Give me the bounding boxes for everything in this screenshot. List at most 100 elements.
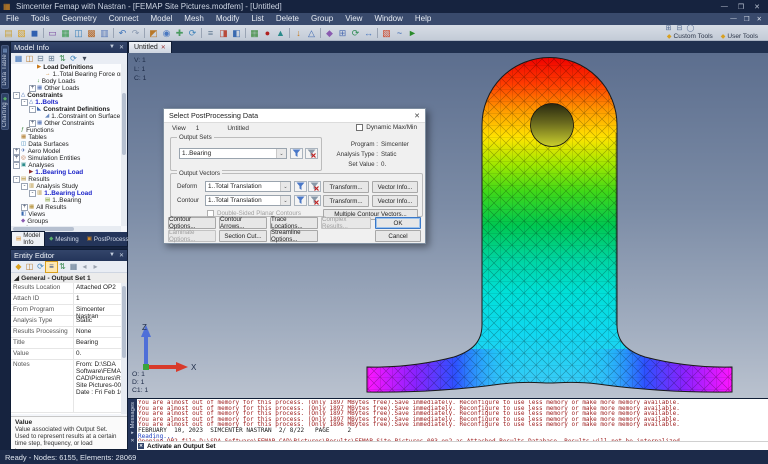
property-row-value[interactable]: Value 0. (11, 349, 121, 360)
combo-arrow-icon[interactable]: ⌄ (280, 182, 290, 191)
tree-item-1-constraint-on-surface[interactable]: ◢ 1..Constraint on Surface (11, 113, 127, 120)
expand-icon[interactable]: + (13, 148, 20, 155)
section-cut-button[interactable]: Section Cut... (219, 230, 267, 242)
trace-locations-button[interactable]: Trace Locations... (270, 216, 318, 230)
magnify-icon[interactable]: ◉ (160, 26, 173, 40)
node-icon[interactable]: ● (261, 26, 274, 40)
menu-file[interactable]: File (0, 13, 25, 25)
collapse-icon[interactable]: - (21, 183, 28, 190)
property-row-attach-id[interactable]: Attach ID 1 (11, 294, 121, 305)
constraint-toolbar-icon[interactable]: △ (305, 26, 318, 40)
close-panel-icon[interactable]: ✕ (119, 44, 124, 51)
deform-filter-clear-button[interactable] (308, 181, 321, 192)
view-new-icon[interactable]: ⊞ (336, 26, 349, 40)
collapse-icon[interactable]: - (13, 162, 20, 169)
post-animate-icon[interactable]: ► (406, 26, 419, 40)
tree-item-data-surfaces[interactable]: ◫ Data Surfaces (11, 141, 127, 148)
menu-window[interactable]: Window (368, 13, 408, 25)
contour-filter-clear-button[interactable] (308, 195, 321, 206)
entity-display-icon[interactable]: ◨ (217, 26, 230, 40)
collapse-icon[interactable]: - (29, 106, 36, 113)
element-icon[interactable]: ▲ (274, 26, 287, 40)
mi-options-icon[interactable]: ▾ (79, 54, 90, 64)
tree-item-1-bearing-load[interactable]: ▶ 1..Bearing Load (11, 169, 127, 176)
dialog-close-icon[interactable]: ✕ (414, 112, 420, 120)
menu-list[interactable]: List (245, 13, 269, 25)
mi-expand-icon[interactable]: ⊞ (46, 54, 57, 64)
menu-delete[interactable]: Delete (270, 13, 305, 25)
menu-model[interactable]: Model (145, 13, 179, 25)
tree-item-analysis-study[interactable]: - ▥ Analysis Study (11, 183, 127, 190)
property-row-from-program[interactable]: From Program Simcenter Nastran (11, 305, 121, 320)
view-redraw-icon[interactable]: ⟳ (349, 26, 362, 40)
tree-item-1-total-bearing-force-on-surfa[interactable]: →1..Total Bearing Force on Surfa (11, 71, 127, 78)
tab-close-icon[interactable]: ✕ (161, 44, 166, 51)
ee-sort-icon[interactable]: ⇅ (57, 262, 68, 272)
menu-tools[interactable]: Tools (25, 13, 56, 25)
expand-icon[interactable]: + (29, 85, 36, 92)
pin-icon[interactable]: ▼ (109, 44, 115, 51)
pin-icon[interactable]: ▼ (109, 252, 115, 259)
tree-item-tables[interactable]: ▦ Tables (11, 134, 127, 141)
panel-tab-meshing[interactable]: ◆ Meshing (45, 232, 83, 246)
custom-tools-button[interactable]: ◆ Custom Tools (663, 33, 717, 40)
pan-icon[interactable]: ✚ (173, 26, 186, 40)
mdi-restore-icon[interactable]: ❒ (744, 15, 750, 23)
mi-collapse-icon[interactable]: ⊟ (35, 54, 46, 64)
open-icon[interactable]: ▧ (15, 26, 28, 40)
deform-transform-button[interactable]: Transform... (323, 181, 369, 193)
mi-update-icon[interactable]: ⟳ (68, 54, 79, 64)
dynamic-maxmin-checkbox[interactable] (356, 124, 364, 131)
collapse-icon[interactable]: - (21, 99, 28, 106)
ok-button[interactable]: OK (375, 217, 421, 229)
contour-filter-button[interactable] (294, 195, 307, 206)
ee-list-icon[interactable]: ≡ (45, 260, 58, 273)
print-icon[interactable]: ▭ (46, 26, 59, 40)
messages-lines[interactable]: You are almost out of memory for this pr… (138, 400, 768, 442)
view-all-icon[interactable]: ↔ (362, 26, 375, 40)
tree-item-body-loads[interactable]: ↓ Body Loads (11, 78, 127, 85)
mi-sort-icon[interactable]: ⇅ (57, 54, 68, 64)
mdi-minimize-icon[interactable]: — (730, 15, 737, 23)
layers-toolbar-icon[interactable]: ▥ (98, 26, 111, 40)
ee-lock-icon[interactable]: ◆ (13, 262, 24, 272)
menu-group[interactable]: Group (305, 13, 339, 25)
messages-close-icon[interactable]: ✕ (130, 438, 134, 444)
contour-vector-info-button[interactable]: Vector Info... (372, 195, 418, 207)
collapse-icon[interactable]: - (13, 176, 20, 183)
tree-item-groups[interactable]: ◆ Groups (11, 218, 127, 225)
ee-copy-icon[interactable]: ◫ (24, 262, 35, 272)
ee-grid-icon[interactable]: ▦ (68, 262, 79, 272)
new-icon[interactable]: ▤ (2, 26, 15, 40)
output-set-combo[interactable]: 1..Bearing ⌄ (179, 148, 287, 159)
property-row-analysis-type[interactable]: Analysis Type Static (11, 316, 121, 327)
tree-item-simulation-entities[interactable]: + ◎ Simulation Entities (11, 155, 127, 162)
messages-vertical-tab[interactable]: Messages ▸ ✕ (128, 399, 137, 451)
close-icon[interactable]: ✕ (754, 3, 760, 11)
collapse-icon[interactable]: - (13, 92, 20, 99)
mesh-icon[interactable]: ▦ (248, 26, 261, 40)
contour-combo[interactable]: 1..Total Translation ⌄ (205, 195, 291, 206)
ee-next-icon[interactable]: ▸ (90, 262, 101, 272)
property-row-notes[interactable]: Notes From: D:\SDA Software\FEMAP CAD\Pic… (11, 360, 121, 413)
tree-item-other-loads[interactable]: + ▦ Other Loads (11, 85, 127, 92)
menu-view[interactable]: View (339, 13, 368, 25)
prompt-icon[interactable]: ✕ (138, 443, 144, 449)
menu-modify[interactable]: Modify (210, 13, 246, 25)
tree-item-views[interactable]: ◧ Views (11, 211, 127, 218)
property-row-title[interactable]: Title Bearing (11, 338, 121, 349)
tree-item-results[interactable]: - ▤ Results (11, 176, 127, 183)
panel-tab-model-info[interactable]: ▤ Model Info (11, 231, 46, 246)
post-deform-icon[interactable]: ~ (393, 26, 406, 40)
output-set-filter-button[interactable] (290, 148, 303, 159)
streamline-options-button[interactable]: Streamline Options... (270, 229, 318, 243)
rotate-icon[interactable]: ⟳ (186, 26, 199, 40)
ee-prev-icon[interactable]: ◂ (79, 262, 90, 272)
collapse-icon[interactable]: - (29, 190, 36, 197)
tile-windows-icon[interactable]: ⊞ (663, 25, 674, 33)
deform-combo[interactable]: 1..Total Translation ⌄ (205, 181, 291, 192)
user-tools-button[interactable]: ◆ User Tools (717, 33, 762, 40)
maximize-icon[interactable]: ❒ (738, 3, 744, 11)
save-icon[interactable]: ◼ (28, 26, 41, 40)
tree-item-all-results[interactable]: + ▦ All Results (11, 204, 127, 211)
